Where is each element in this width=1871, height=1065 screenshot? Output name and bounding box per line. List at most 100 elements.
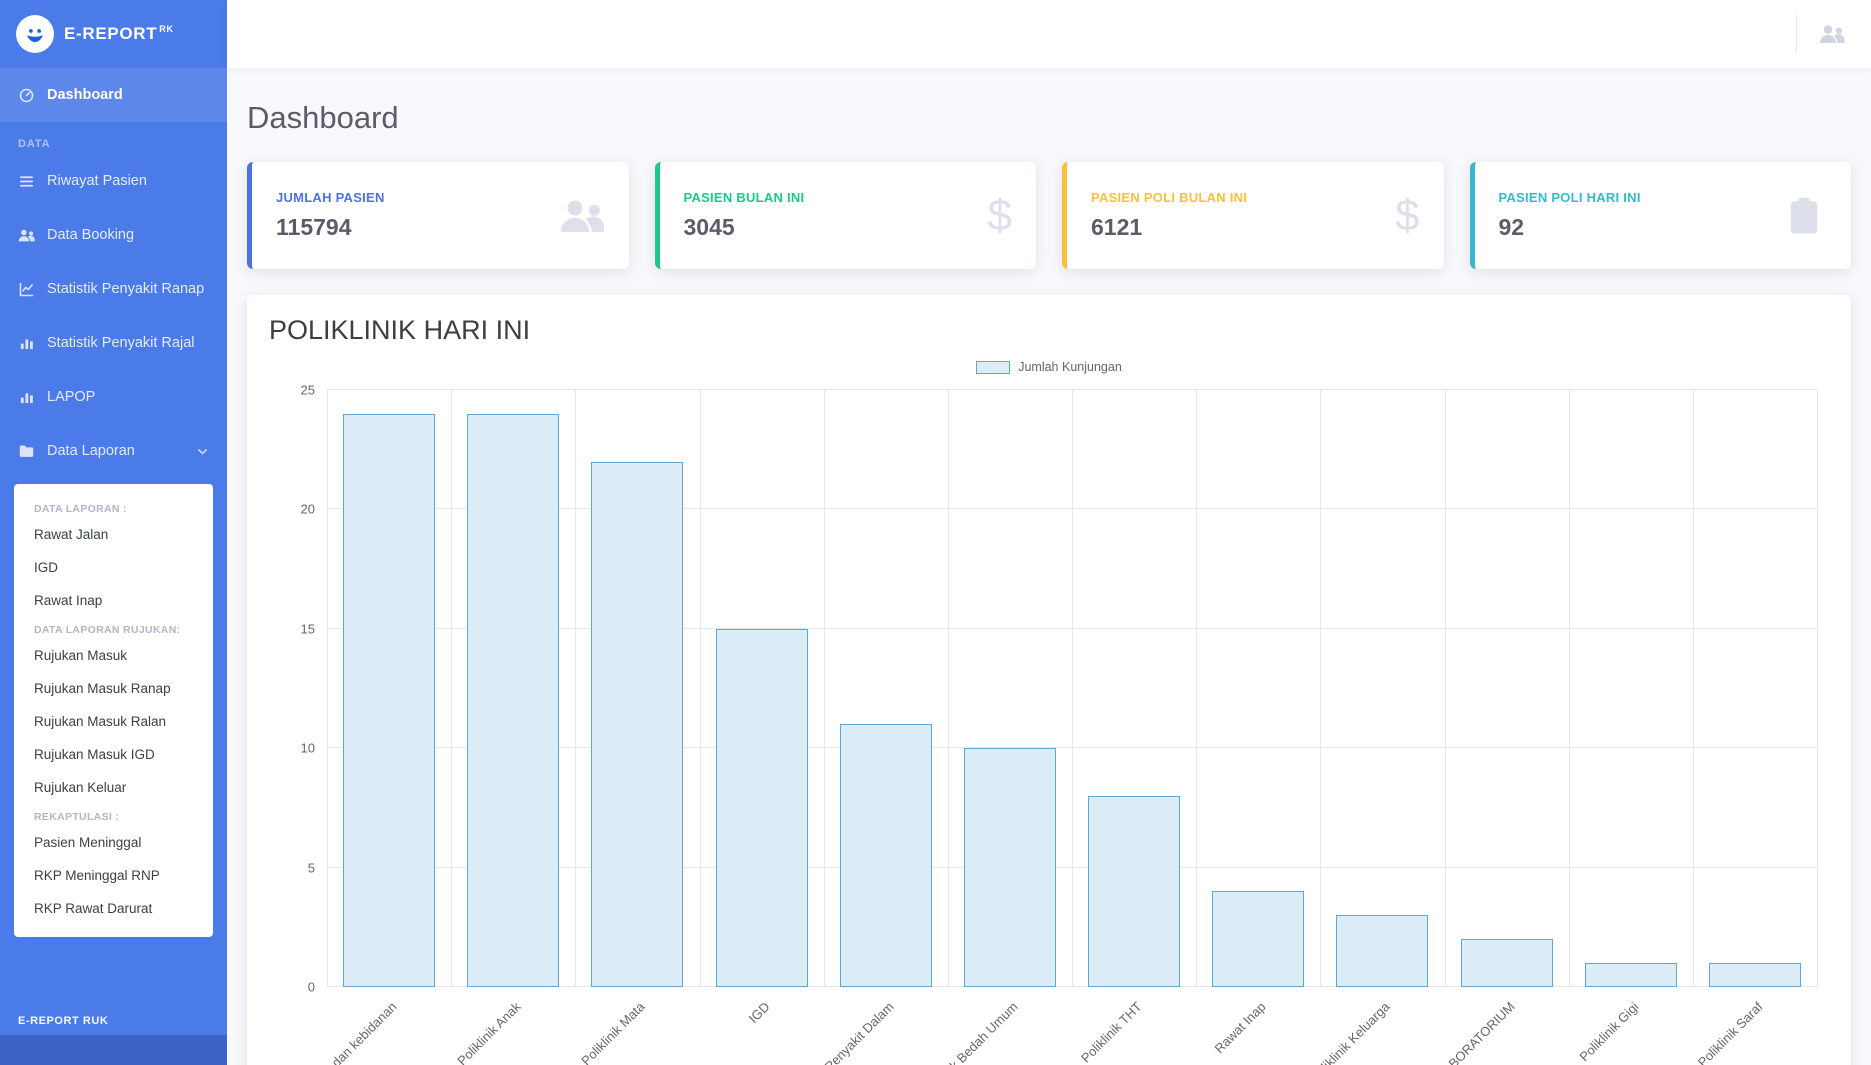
page-title: Dashboard: [247, 100, 1851, 136]
stat-cards-row: JUMLAH PASIEN115794 PASIEN BULAN INI3045 $…: [247, 162, 1851, 269]
x-tick-label: LABORATORIUM: [1434, 999, 1517, 1065]
sidebar-items: Riwayat Pasien Data Booking Statistik Peny…: [0, 154, 227, 478]
submenu-item-pasien-meninggal[interactable]: Pasien Meninggal: [14, 826, 213, 859]
chart-bar: [1212, 891, 1304, 987]
x-tick-label: Poliklinik Keluarga: [1307, 999, 1393, 1065]
clipboard-icon: [1781, 197, 1827, 235]
sidebar-item-data-laporan[interactable]: Data Laporan: [0, 424, 227, 478]
submenu-item-rawat-jalan[interactable]: Rawat Jalan: [14, 518, 213, 551]
users-icon: [18, 227, 35, 244]
users-icon[interactable]: [1819, 23, 1845, 45]
sidebar-footer-strip: [0, 1035, 227, 1065]
sidebar-item-label: Statistik Penyakit Ranap: [47, 281, 204, 297]
sidebar-item-dashboard[interactable]: Dashboard: [0, 68, 227, 122]
sidebar-item-label: Data Booking: [47, 227, 134, 243]
v-gridline: [451, 390, 452, 987]
sidebar-item-statistik-penyakit-ranap[interactable]: Statistik Penyakit Ranap: [0, 262, 227, 316]
chart-bar-icon: [18, 335, 35, 352]
submenu-item-rujukan-masuk-ralan[interactable]: Rujukan Masuk Ralan: [14, 705, 213, 738]
submenu-item-rujukan-keluar[interactable]: Rujukan Keluar: [14, 771, 213, 804]
stat-card-body: JUMLAH PASIEN115794: [276, 190, 385, 241]
stat-card-value: 92: [1499, 214, 1641, 241]
app-root: E-REPORTRK Dashboard DATA Riwayat Pasien…: [0, 0, 1871, 1065]
chart-bar: [716, 629, 808, 987]
dollar-icon: $: [988, 194, 1012, 238]
stat-card-label: PASIEN BULAN INI: [684, 190, 805, 205]
stat-card-body: PASIEN POLI BULAN INI 6121: [1091, 190, 1247, 241]
stat-card-label: PASIEN POLI BULAN INI: [1091, 190, 1247, 205]
stat-card-pasien-poli-bulan-ini: PASIEN POLI BULAN INI 6121 $: [1062, 162, 1444, 269]
stat-card-value: 6121: [1091, 214, 1247, 241]
v-gridline: [1569, 390, 1570, 987]
v-gridline: [1320, 390, 1321, 987]
sidebar-footer-label: E-REPORT RUK: [0, 1003, 227, 1035]
sidebar-item-lapop[interactable]: LAPOP: [0, 370, 227, 424]
x-axis-labels: Kandungan dan kebidananPoliklinik AnakPo…: [327, 987, 1817, 1065]
chart-bar: [1709, 963, 1801, 987]
y-tick-label: 15: [301, 621, 315, 636]
sidebar-nav: Dashboard DATA Riwayat Pasien Data Bookin…: [0, 68, 227, 937]
x-tick-label: Poliklinik Mata: [579, 999, 648, 1065]
sidebar-item-label: Data Laporan: [47, 443, 135, 459]
legend-swatch: [976, 361, 1010, 374]
folder-icon: [18, 443, 35, 460]
v-gridline: [1196, 390, 1197, 987]
stat-card-body: PASIEN BULAN INI3045: [684, 190, 805, 241]
submenu-item-igd[interactable]: IGD: [14, 551, 213, 584]
sidebar-item-data-booking[interactable]: Data Booking: [0, 208, 227, 262]
submenu-item-rujukan-masuk[interactable]: Rujukan Masuk: [14, 639, 213, 672]
chart-bar: [467, 414, 559, 987]
x-tick-label: Poliklinik Bedah Umum: [915, 999, 1020, 1065]
topbar-divider: [1796, 15, 1797, 53]
x-tick-label: Poliklinik Gigi: [1576, 999, 1641, 1064]
stat-card-body: PASIEN POLI HARI INI 92: [1499, 190, 1641, 241]
stat-card-label: JUMLAH PASIEN: [276, 190, 385, 205]
chart-legend: Jumlah Kunjungan: [269, 360, 1829, 374]
main-area: Dashboard JUMLAH PASIEN115794 PASIEN BULA…: [227, 0, 1871, 1065]
submenu-group-header: DATA LAPORAN :: [14, 496, 213, 518]
submenu-item-rujukan-masuk-ranap[interactable]: Rujukan Masuk Ranap: [14, 672, 213, 705]
submenu-item-rujukan-masuk-igd[interactable]: Rujukan Masuk IGD: [14, 738, 213, 771]
sidebar-section-label: DATA: [0, 122, 227, 154]
submenu-item-rkp-meninggal-rnp[interactable]: RKP Meninggal RNP: [14, 859, 213, 892]
brand-name: E-REPORTRK: [64, 24, 174, 44]
v-gridline: [1072, 390, 1073, 987]
sidebar-item-label: Dashboard: [47, 87, 123, 103]
y-tick-label: 10: [301, 741, 315, 756]
chart-bar: [591, 462, 683, 987]
y-tick-label: 5: [308, 860, 315, 875]
chart-bar-icon: [18, 389, 35, 406]
content: Dashboard JUMLAH PASIEN115794 PASIEN BULA…: [227, 68, 1871, 1065]
chart-bar: [1088, 796, 1180, 987]
chart-bar: [1585, 963, 1677, 987]
sidebar-submenu: DATA LAPORAN :Rawat JalanIGDRawat InapDA…: [14, 484, 213, 937]
x-tick-label: IGD: [745, 999, 772, 1026]
chart-line-icon: [18, 281, 35, 298]
chart-bar: [964, 748, 1056, 987]
brand[interactable]: E-REPORTRK: [0, 0, 227, 68]
chart-bar: [1461, 939, 1553, 987]
dollar-icon: $: [1395, 194, 1419, 238]
stat-card-pasien-poli-hari-ini: PASIEN POLI HARI INI 92: [1470, 162, 1852, 269]
dashboard-icon: [18, 87, 35, 104]
submenu-item-rkp-rawat-darurat[interactable]: RKP Rawat Darurat: [14, 892, 213, 925]
legend-label: Jumlah Kunjungan: [1018, 360, 1122, 374]
sidebar-item-statistik-penyakit-rajal[interactable]: Statistik Penyakit Rajal: [0, 316, 227, 370]
v-gridline: [824, 390, 825, 987]
brand-name-text: E-REPORT: [64, 24, 157, 43]
sidebar-item-label: Riwayat Pasien: [47, 173, 147, 189]
bar-chart-plot: 0510152025Kandungan dan kebidananPolikli…: [327, 390, 1817, 987]
v-gridline: [1817, 390, 1818, 987]
sidebar-item-riwayat-pasien[interactable]: Riwayat Pasien: [0, 154, 227, 208]
chevron-down-icon: [196, 445, 209, 458]
smiley-logo-icon: [16, 15, 54, 53]
submenu-group-header: DATA LAPORAN RUJUKAN:: [14, 617, 213, 639]
v-gridline: [327, 390, 328, 987]
x-tick-label: Poliklinik Anak: [454, 999, 523, 1065]
stat-card-label: PASIEN POLI HARI INI: [1499, 190, 1641, 205]
x-tick-label: Poliklinik THT: [1078, 999, 1145, 1065]
brand-superscript: RK: [159, 24, 173, 34]
users-icon: [559, 197, 605, 235]
v-gridline: [1693, 390, 1694, 987]
submenu-item-rawat-inap[interactable]: Rawat Inap: [14, 584, 213, 617]
